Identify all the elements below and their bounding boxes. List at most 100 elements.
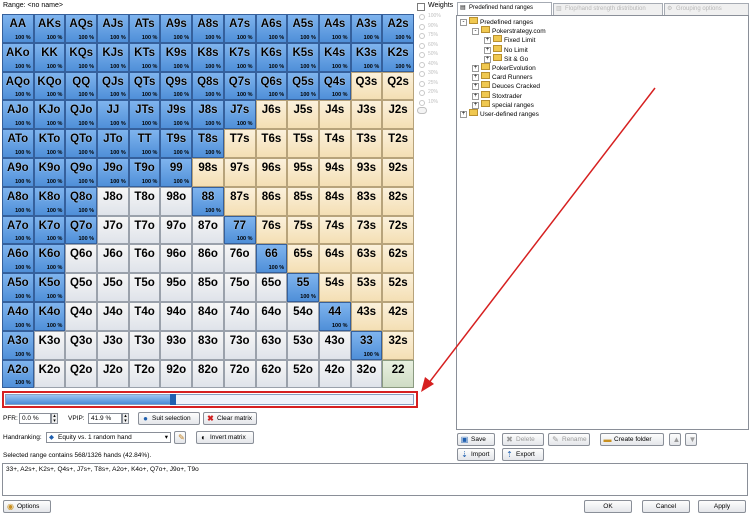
collapse-icon[interactable]: -	[472, 28, 479, 36]
tree-node[interactable]: + User-defined ranges	[460, 109, 539, 118]
hand-cell[interactable]: QJo 100 %	[65, 100, 98, 130]
hand-cell[interactable]: 63o	[255, 330, 288, 360]
hand-cell[interactable]: Q2o	[65, 359, 98, 389]
hand-cell[interactable]: A2o 100 %	[2, 359, 34, 389]
hand-cell[interactable]: 94o	[160, 301, 193, 331]
hand-cell[interactable]: Q6s 100 %	[255, 71, 288, 101]
hand-cell[interactable]: K9o 100 %	[33, 157, 66, 187]
weight-option[interactable]: 75%	[419, 32, 449, 40]
hand-cell[interactable]: 32s	[382, 330, 414, 360]
hand-cell[interactable]: Q7o 100 %	[65, 215, 98, 245]
pfr-spinner[interactable]: ▴ ▾	[51, 413, 58, 424]
hand-cell[interactable]: T9s 100 %	[160, 129, 193, 158]
hand-cell[interactable]: 74s	[318, 215, 351, 245]
move-down-button[interactable]: ▼	[685, 433, 697, 446]
hand-cell[interactable]: Q3o	[65, 330, 98, 360]
hand-cell[interactable]: 65s	[287, 244, 319, 274]
hand-cell[interactable]: 75o	[223, 273, 256, 302]
hand-cell[interactable]: KQs 100 %	[65, 42, 98, 72]
expand-icon[interactable]: +	[460, 111, 467, 118]
collapse-icon[interactable]: -	[460, 19, 467, 26]
hand-cell[interactable]: 77 100 %	[223, 215, 256, 245]
hand-cell[interactable]: 43s	[350, 301, 383, 331]
weight-option[interactable]: 60%	[419, 42, 449, 50]
hand-cell[interactable]: Q8o 100 %	[65, 186, 98, 216]
hand-cell[interactable]: A9s 100 %	[160, 14, 193, 43]
hand-cell[interactable]: 66 100 %	[255, 244, 288, 274]
tab-grouping-options[interactable]: ⚙ Grouping options	[664, 3, 749, 15]
weight-option[interactable]: 20%	[419, 89, 449, 97]
hand-cell[interactable]: AQo 100 %	[2, 71, 34, 101]
expand-icon[interactable]: +	[472, 74, 479, 82]
hand-cell[interactable]: KQo 100 %	[33, 71, 66, 101]
hand-cell[interactable]: 53s	[350, 273, 383, 302]
hand-cell[interactable]: Q4s 100 %	[318, 71, 351, 101]
hand-cell[interactable]: J8s 100 %	[192, 100, 224, 130]
hand-cell[interactable]: 63s	[350, 244, 383, 274]
hand-cell[interactable]: K3s 100 %	[350, 42, 383, 72]
hand-cell[interactable]: J5s	[287, 100, 319, 130]
hand-cell[interactable]: K6o 100 %	[33, 244, 66, 274]
hand-cell[interactable]: T3o	[128, 330, 161, 360]
weight-option[interactable]: 40%	[419, 61, 449, 69]
hand-cell[interactable]: KJs 100 %	[97, 42, 129, 72]
hand-cell[interactable]: ATo 100 %	[2, 129, 34, 158]
hand-cell[interactable]: 84s	[318, 186, 351, 216]
hand-cell[interactable]: KTo 100 %	[33, 129, 66, 158]
hand-cell[interactable]: T2o	[128, 359, 161, 389]
hand-cell[interactable]: T2s	[382, 129, 414, 158]
tree-node[interactable]: + PokerEvolution	[472, 63, 536, 72]
hand-cell[interactable]: 86s	[255, 186, 288, 216]
expand-icon[interactable]: +	[472, 83, 479, 91]
hand-cell[interactable]: K8s 100 %	[192, 42, 224, 72]
tree-node[interactable]: + Fixed Limit	[484, 35, 535, 45]
hand-cell[interactable]: 93s	[350, 157, 383, 187]
hand-cell[interactable]: 43o	[318, 330, 351, 360]
weights-checkbox[interactable]	[417, 3, 425, 11]
expand-icon[interactable]: +	[484, 46, 491, 54]
hand-cell[interactable]: 87s	[223, 186, 256, 216]
hand-cell[interactable]: 98s	[192, 157, 224, 187]
hand-cell[interactable]: K9s 100 %	[160, 42, 193, 72]
export-button[interactable]: ⇡ Export	[502, 448, 544, 461]
hand-cell[interactable]: J2s	[382, 100, 414, 130]
vpip-input[interactable]: 41.9 %	[88, 413, 122, 424]
hand-cell[interactable]: K4o 100 %	[33, 301, 66, 331]
hand-cell[interactable]: 76s	[255, 215, 288, 245]
hand-cell[interactable]: A4s 100 %	[318, 14, 351, 43]
hand-cell[interactable]: K5o 100 %	[33, 273, 66, 302]
hand-cell[interactable]: JTs 100 %	[128, 100, 161, 130]
hand-cell[interactable]: T7s	[223, 129, 256, 158]
hand-cell[interactable]: K2s 100 %	[382, 42, 414, 72]
hand-cell[interactable]: J6o	[97, 244, 129, 274]
hand-cell[interactable]: J2o	[97, 359, 129, 389]
hand-cell[interactable]: K5s 100 %	[287, 42, 319, 72]
vpip-spinner[interactable]: ▴ ▾	[122, 413, 129, 424]
hand-cell[interactable]: 73o	[223, 330, 256, 360]
hand-cell[interactable]: 72o	[223, 359, 256, 389]
hand-cell[interactable]: J9o 100 %	[97, 157, 129, 187]
hand-cell[interactable]: 95o	[160, 273, 193, 302]
hand-cell[interactable]: 52o	[287, 359, 319, 389]
tree-node[interactable]: + Stoxtrader	[472, 90, 522, 100]
weight-option[interactable]: 25%	[419, 80, 449, 88]
hand-cell[interactable]: KK 100 %	[33, 42, 66, 72]
hand-cell[interactable]: Q9s 100 %	[160, 71, 193, 101]
hand-cell[interactable]: A6s 100 %	[255, 14, 288, 43]
hand-cell[interactable]: Q2s	[382, 71, 414, 101]
hand-cell[interactable]: T7o	[128, 215, 161, 245]
hand-cell[interactable]: 97o	[160, 215, 193, 245]
hand-cell[interactable]: A9o 100 %	[2, 157, 34, 187]
range-percent-slider-thumb[interactable]	[170, 394, 176, 405]
hand-cell[interactable]: 76o	[223, 244, 256, 274]
hand-cell[interactable]: AA 100 %	[2, 14, 34, 43]
hand-cell[interactable]: K8o 100 %	[33, 186, 66, 216]
hand-cell[interactable]: 86o	[192, 244, 224, 274]
hand-cell[interactable]: ATs 100 %	[128, 14, 161, 43]
hand-cell[interactable]: AQs 100 %	[65, 14, 98, 43]
invert-matrix-button[interactable]: ◐ Invert matrix	[196, 431, 254, 444]
hand-cell[interactable]: Q7s 100 %	[223, 71, 256, 101]
expand-icon[interactable]: +	[472, 65, 479, 72]
hand-cell[interactable]: K3o	[33, 330, 66, 360]
apply-button[interactable]: Apply	[698, 500, 746, 513]
